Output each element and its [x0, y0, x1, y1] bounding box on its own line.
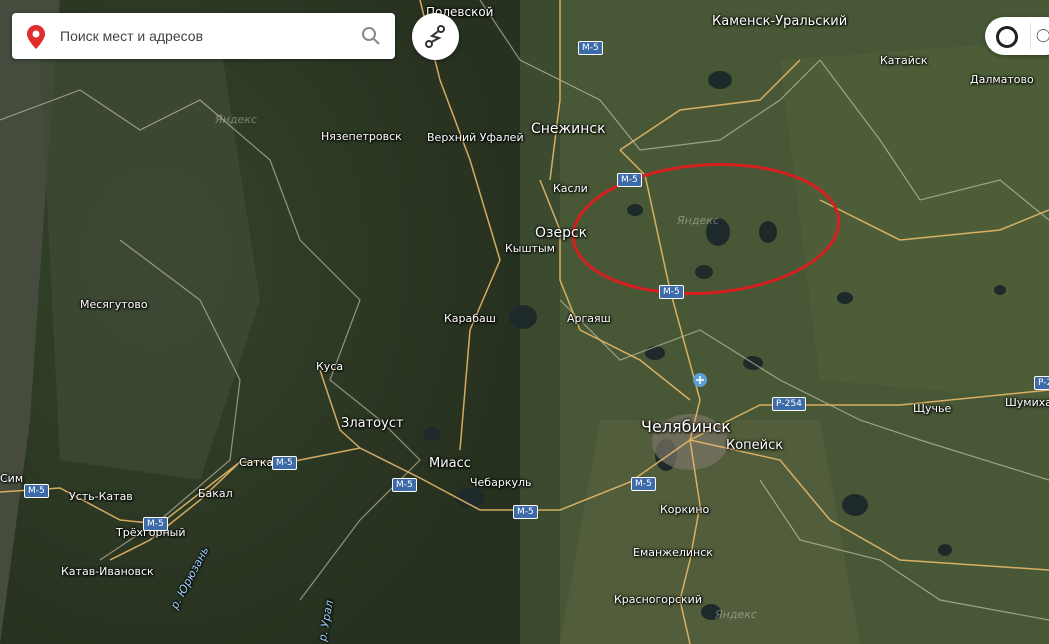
- city-label[interactable]: Снежинск: [531, 121, 606, 137]
- city-label[interactable]: Катайск: [880, 54, 928, 67]
- city-label[interactable]: Щучье: [913, 402, 951, 415]
- city-label[interactable]: Каменск-Уральский: [712, 14, 847, 29]
- city-label[interactable]: Усть-Катав: [69, 490, 133, 503]
- city-label[interactable]: Сатка: [239, 456, 273, 469]
- city-label[interactable]: Челябинск: [641, 417, 731, 436]
- route-icon: [425, 25, 445, 48]
- road-shield: М-5: [659, 285, 684, 299]
- city-label[interactable]: Красногорский: [614, 593, 702, 606]
- city-label[interactable]: Копейск: [726, 438, 783, 453]
- search-icon[interactable]: [361, 26, 381, 46]
- city-label[interactable]: Чебаркуль: [470, 476, 531, 489]
- city-label[interactable]: Кыштым: [505, 242, 555, 255]
- map-watermark: Яндекс: [677, 214, 719, 227]
- city-label[interactable]: Сим: [0, 472, 23, 485]
- road-shield: М-5: [513, 505, 538, 519]
- city-label[interactable]: Куса: [316, 360, 343, 373]
- city-label[interactable]: Златоуст: [341, 416, 404, 431]
- city-label[interactable]: Катав-Ивановск: [61, 565, 154, 578]
- city-label[interactable]: Коркино: [660, 503, 709, 516]
- city-label[interactable]: Бакал: [198, 487, 233, 500]
- city-label[interactable]: Верхний Уфалей: [427, 131, 524, 144]
- road-shield: М-5: [617, 173, 642, 187]
- city-label[interactable]: Месягутово: [80, 298, 148, 311]
- map-watermark: Яндекс: [215, 113, 257, 126]
- route-button[interactable]: [412, 13, 459, 60]
- road-shield: М-5: [631, 477, 656, 491]
- city-label[interactable]: Миасс: [429, 456, 471, 471]
- road-shield: М-5: [578, 41, 603, 55]
- map-watermark: Яндекс: [715, 608, 757, 621]
- road-shield: М-5: [24, 484, 49, 498]
- divider: [1030, 23, 1031, 49]
- city-label[interactable]: Шумиха: [1005, 396, 1049, 409]
- map-controls[interactable]: ◯: [985, 17, 1049, 55]
- user-icon[interactable]: ◯: [1036, 28, 1049, 43]
- city-label[interactable]: Озерск: [535, 225, 587, 241]
- city-label[interactable]: Еманжелинск: [633, 546, 713, 559]
- city-label[interactable]: Далматово: [970, 73, 1034, 86]
- search-box[interactable]: Поиск мест и адресов: [12, 13, 395, 59]
- road-shield: М-5: [143, 517, 168, 531]
- city-label[interactable]: Аргаяш: [567, 312, 611, 325]
- road-shield: М-5: [392, 478, 417, 492]
- map-terrain: [0, 0, 1049, 644]
- city-label[interactable]: Карабаш: [444, 312, 496, 325]
- satellite-map[interactable]: Яндекс Яндекс Яндекс Каменск-Уральский С…: [0, 0, 1049, 644]
- city-label[interactable]: Нязепетровск: [321, 130, 402, 143]
- road-shield: Р-2: [1034, 376, 1049, 390]
- city-label[interactable]: Касли: [553, 182, 588, 195]
- search-input[interactable]: Поиск мест и адресов: [60, 28, 203, 44]
- map-pin-icon: [27, 25, 45, 49]
- alice-icon[interactable]: [996, 26, 1018, 48]
- road-shield: Р-254: [772, 397, 806, 411]
- road-shield: М-5: [272, 456, 297, 470]
